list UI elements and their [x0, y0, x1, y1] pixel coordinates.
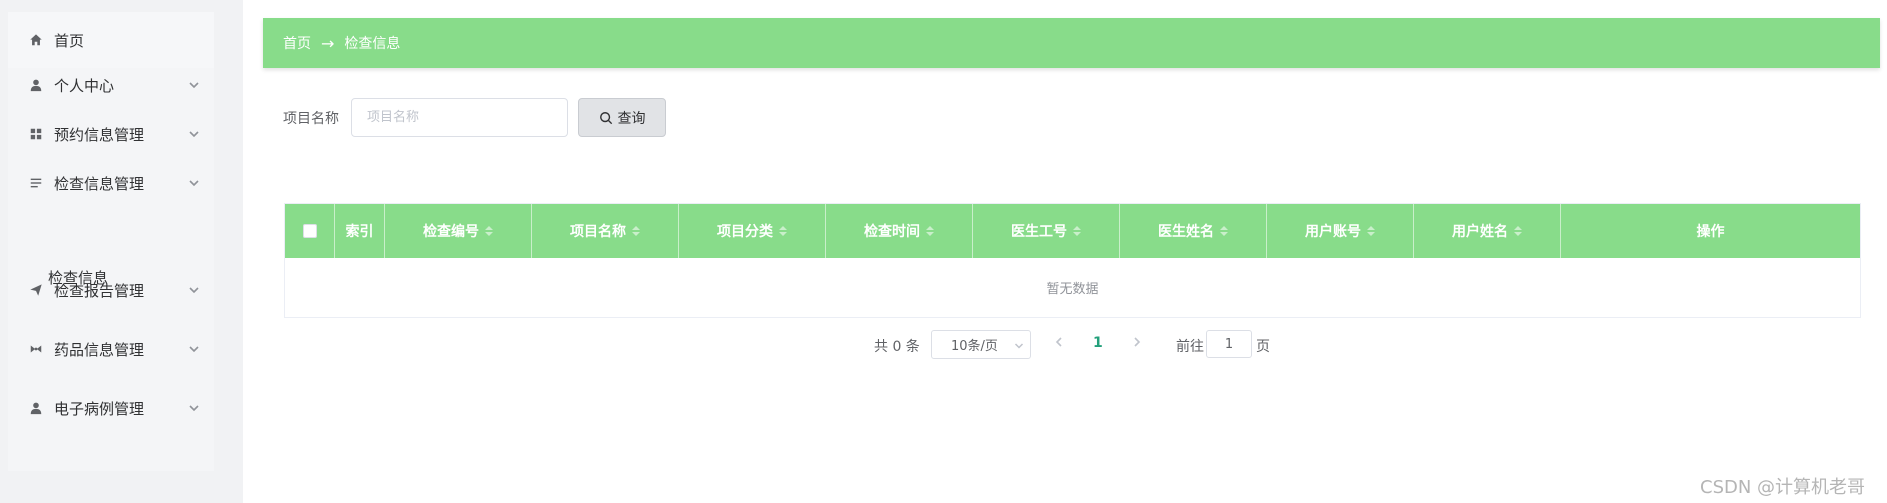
sidebar-item-label: 预约信息管理 — [54, 125, 145, 144]
user-icon — [28, 77, 44, 93]
goto-page-suffix: 页 — [1256, 339, 1270, 355]
goto-label: 前往 — [1176, 339, 1204, 355]
table-header: 索引 检查编号 项目名称 项目分类 检查时间 医生工号 医生姓名 用户账号 用户… — [285, 204, 1860, 258]
page-size-value: 10条/页 — [951, 339, 998, 354]
sidebar-item-medicine[interactable]: 药品信息管理 — [8, 321, 214, 377]
table-empty-text: 暂无数据 — [1046, 282, 1099, 297]
chevron-down-icon — [188, 343, 200, 355]
goto-page-input[interactable] — [1206, 330, 1252, 358]
column-header-project-category[interactable]: 项目分类 — [679, 204, 826, 258]
column-header-label: 用户姓名 — [1452, 224, 1508, 240]
sidebar-item-label: 检查信息管理 — [54, 174, 145, 193]
watermark-text: CSDN @计算机老哥 — [1700, 477, 1866, 498]
next-page-button[interactable] — [1131, 336, 1145, 350]
column-header-doctor-id[interactable]: 医生工号 — [973, 204, 1120, 258]
sidebar-item-appointment[interactable]: 预约信息管理 — [8, 106, 214, 162]
sidebar-item-label: 个人中心 — [54, 76, 115, 95]
search-icon — [599, 111, 612, 124]
column-header-user-name[interactable]: 用户姓名 — [1414, 204, 1561, 258]
sidebar-item-label: 首页 — [54, 31, 85, 50]
column-header-project-name[interactable]: 项目名称 — [532, 204, 679, 258]
list-icon — [28, 175, 44, 191]
sidebar-item-report[interactable]: 检查报告管理 — [8, 262, 214, 318]
chevron-down-icon — [188, 79, 200, 91]
sort-icon[interactable] — [926, 226, 934, 236]
user-icon — [28, 400, 44, 416]
chevron-right-icon — [1134, 337, 1141, 347]
select-all-cell — [285, 204, 335, 258]
column-header-user-account[interactable]: 用户账号 — [1267, 204, 1414, 258]
sidebar-item-personal-center[interactable]: 个人中心 — [8, 57, 214, 113]
column-header-index: 索引 — [335, 204, 385, 258]
chevron-down-icon — [188, 402, 200, 414]
page-size-select[interactable]: 10条/页 — [931, 330, 1031, 359]
column-header-actions: 操作 — [1561, 204, 1860, 258]
breadcrumb-home-link[interactable]: 首页 — [283, 33, 311, 53]
home-icon — [28, 32, 44, 48]
chevron-down-icon — [188, 128, 200, 140]
sort-icon[interactable] — [1367, 226, 1375, 236]
page-number-current[interactable]: 1 — [1093, 335, 1103, 351]
send-icon — [28, 282, 44, 298]
column-header-label: 医生姓名 — [1158, 224, 1214, 240]
sort-icon[interactable] — [1073, 226, 1081, 236]
search-label: 项目名称 — [283, 111, 339, 127]
chevron-down-icon — [188, 177, 200, 189]
sort-icon[interactable] — [1514, 226, 1522, 236]
breadcrumb-current: 检查信息 — [344, 36, 401, 52]
select-all-checkbox[interactable] — [302, 224, 317, 238]
prev-page-button[interactable] — [1053, 336, 1067, 350]
sort-icon[interactable] — [779, 226, 787, 236]
column-header-label: 用户账号 — [1305, 224, 1361, 240]
sidebar: 首页 个人中心 预约信息管理 检查信息管理 检查信息 检查报告管理 药品信息管理… — [0, 0, 243, 503]
sort-icon[interactable] — [632, 226, 640, 236]
column-header-label: 医生工号 — [1011, 224, 1067, 240]
sidebar-item-label: 电子病例管理 — [54, 399, 145, 418]
pill-icon — [28, 341, 44, 357]
chevron-left-icon — [1055, 337, 1062, 347]
chevron-down-icon — [188, 284, 200, 296]
search-input[interactable] — [351, 98, 568, 137]
grid-icon — [28, 126, 44, 142]
sort-icon[interactable] — [1220, 226, 1228, 236]
sidebar-item-medical-record[interactable]: 电子病例管理 — [8, 380, 214, 436]
chevron-down-icon — [1014, 343, 1024, 349]
column-header-label: 操作 — [1696, 224, 1725, 240]
sidebar-menu: 首页 个人中心 预约信息管理 检查信息管理 检查信息 检查报告管理 药品信息管理… — [8, 12, 214, 471]
sidebar-item-inspection[interactable]: 检查信息管理 — [8, 155, 214, 211]
breadcrumb-arrow-icon: → — [321, 33, 335, 53]
sidebar-item-label: 药品信息管理 — [54, 340, 145, 359]
data-table: 索引 检查编号 项目名称 项目分类 检查时间 医生工号 医生姓名 用户账号 用户… — [284, 203, 1861, 318]
column-header-check-no[interactable]: 检查编号 — [385, 204, 532, 258]
sidebar-item-label: 检查报告管理 — [54, 281, 145, 300]
search-button-label: 查询 — [617, 110, 646, 127]
sort-icon[interactable] — [485, 226, 493, 236]
column-header-check-time[interactable]: 检查时间 — [826, 204, 973, 258]
search-button[interactable]: 查询 — [578, 98, 666, 137]
column-header-label: 检查时间 — [864, 224, 920, 240]
column-header-label: 检查编号 — [423, 224, 479, 240]
column-header-doctor-name[interactable]: 医生姓名 — [1120, 204, 1267, 258]
breadcrumb: 首页 → 检查信息 — [263, 18, 1880, 68]
column-header-label: 项目名称 — [570, 224, 626, 240]
column-header-label: 项目分类 — [717, 224, 773, 240]
column-header-label: 索引 — [345, 224, 374, 240]
pagination-total: 共 0 条 — [874, 339, 920, 355]
